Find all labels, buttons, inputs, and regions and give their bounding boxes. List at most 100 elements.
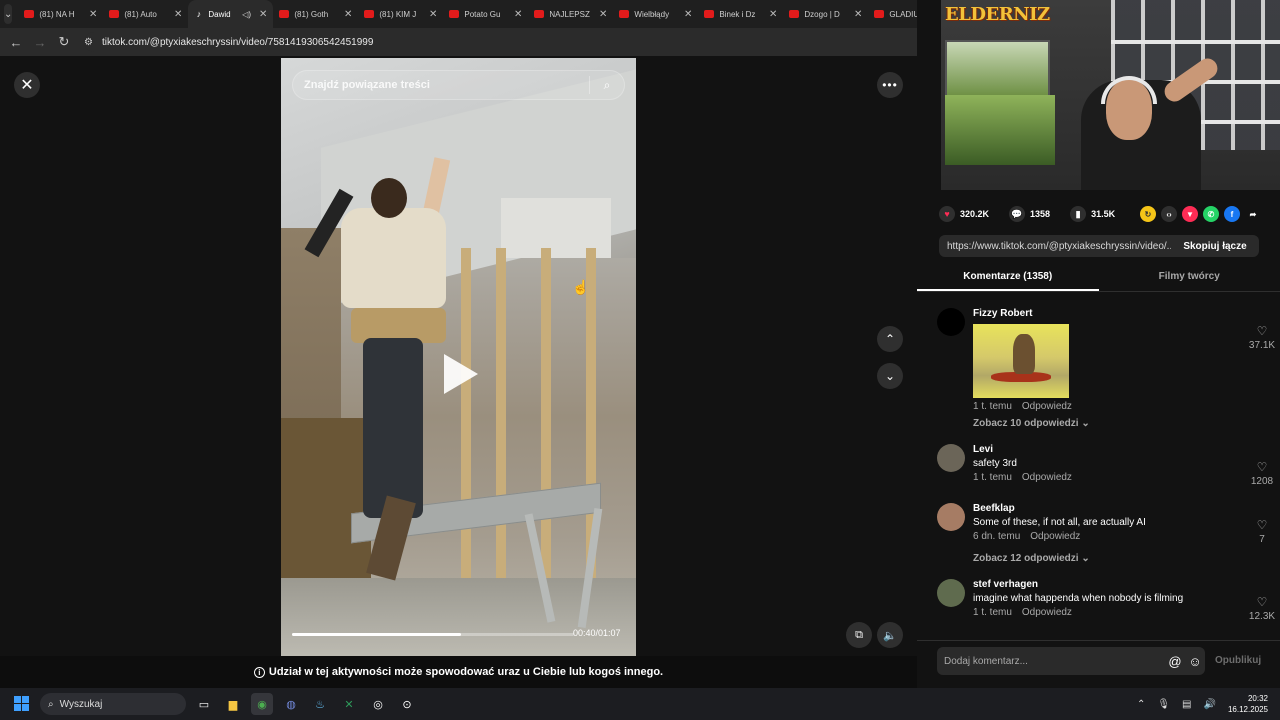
comment-input[interactable]: Dodaj komentarz... @ ☺	[937, 647, 1205, 675]
steam-icon[interactable]: ♨	[309, 693, 331, 715]
close-tab-icon[interactable]: ✕	[684, 9, 692, 20]
close-tab-icon[interactable]: ✕	[769, 9, 777, 20]
video-progress-bar[interactable]	[292, 633, 574, 636]
tab-search-chevron-icon[interactable]: ⌄	[4, 4, 13, 24]
reply-link[interactable]: Odpowiedz	[1022, 472, 1072, 483]
taskbar-search[interactable]: ⌕ Wyszukaj	[40, 693, 186, 715]
emoji-icon[interactable]: ☺	[1185, 654, 1205, 669]
browser-tab[interactable]: Dzogo | D ✕	[783, 0, 868, 28]
chevron-up-icon[interactable]: ⌃	[1137, 699, 1145, 710]
microphone-icon[interactable]: 🎙	[1157, 699, 1170, 710]
whatsapp-icon[interactable]: ✆	[1203, 206, 1219, 222]
embed-icon[interactable]: ‹›	[1161, 206, 1177, 222]
clock[interactable]: 20:32 16.12.2025	[1228, 693, 1268, 715]
video-player[interactable]: Znajdź powiązane treści ⌕ 00:40/01:07	[281, 58, 636, 656]
browser-tab[interactable]: Binek i Dz ✕	[698, 0, 783, 28]
picture-in-picture-icon[interactable]: ⧉	[846, 622, 872, 648]
reply-link[interactable]: Odpowiedz	[1030, 531, 1080, 542]
info-icon: i	[253, 666, 265, 678]
facebook-icon[interactable]: f	[1224, 206, 1240, 222]
close-tab-icon[interactable]: ✕	[259, 9, 267, 20]
webcam-aquarium	[945, 40, 1050, 100]
copy-link-button[interactable]: Skopiuj łącze	[1171, 241, 1259, 252]
reload-icon[interactable]: ↻	[52, 34, 76, 50]
discord-icon[interactable]: ◍	[280, 693, 302, 715]
comment-author[interactable]: Levi	[973, 444, 993, 455]
close-icon[interactable]: ✕	[14, 72, 40, 98]
bookmark-icon: ▮	[1070, 206, 1087, 222]
more-options-icon[interactable]: •••	[877, 72, 903, 98]
tab-title: (81) NA H	[39, 9, 75, 19]
share-arrow-icon[interactable]: ➦	[1245, 206, 1261, 222]
view-replies-link[interactable]: Zobacz 10 odpowiedzi ⌄	[973, 418, 1090, 429]
comment-like[interactable]: ♡ 12.3K	[1247, 595, 1277, 622]
save-button[interactable]: ▮ 31.5K	[1070, 206, 1115, 222]
browser-tab[interactable]: Potato Gu ✕	[443, 0, 528, 28]
tab-creator-videos[interactable]: Filmy twórcy	[1099, 267, 1280, 291]
obs-icon[interactable]: ◎	[367, 693, 389, 715]
close-tab-icon[interactable]: ✕	[174, 9, 182, 20]
related-search-input[interactable]: Znajdź powiązane treści ⌕	[292, 70, 625, 100]
task-view-icon[interactable]: ▭	[193, 693, 215, 715]
volume-icon[interactable]: 🔈	[877, 622, 903, 648]
reply-link[interactable]: Odpowiedz	[1022, 607, 1072, 618]
close-tab-icon[interactable]: ✕	[344, 9, 352, 20]
audio-playing-icon[interactable]: ◁)	[242, 10, 251, 19]
forward-arrow-icon[interactable]: →	[28, 35, 52, 50]
play-icon[interactable]	[444, 354, 478, 394]
file-explorer-icon[interactable]: ▆	[222, 693, 244, 715]
avatar[interactable]	[937, 503, 965, 531]
video-scene-head	[371, 178, 407, 218]
close-tab-icon[interactable]: ✕	[514, 9, 522, 20]
browser-tab[interactable]: (81) NA H ✕	[18, 0, 103, 28]
comment-like[interactable]: ♡ 37.1K	[1247, 324, 1277, 351]
comment-author[interactable]: Fizzy Robert	[973, 308, 1032, 319]
close-tab-icon[interactable]: ✕	[854, 9, 862, 20]
browser-tab[interactable]: (81) Auto ✕	[103, 0, 188, 28]
close-tab-icon[interactable]: ✕	[89, 9, 97, 20]
chrome-icon[interactable]: ◉	[251, 693, 273, 715]
heart-icon: ♥	[939, 206, 955, 222]
taskbar-search-text: Wyszukaj	[59, 698, 103, 710]
comment-text: safety 3rd	[973, 458, 1017, 469]
avatar[interactable]	[937, 308, 965, 336]
close-tab-icon[interactable]: ✕	[429, 9, 437, 20]
send-icon[interactable]: ▼	[1182, 206, 1198, 222]
previous-video-chevron-up-icon[interactable]: ⌃	[877, 326, 903, 352]
view-replies-link[interactable]: Zobacz 12 odpowiedzi ⌄	[973, 553, 1090, 564]
comment-time: 1 t. temu	[973, 472, 1012, 483]
url-bar[interactable]: ⚙ tiktok.com/@ptyxiakeschryssin/video/75…	[84, 32, 934, 52]
browser-tab[interactable]: Wielbłądy ✕	[613, 0, 698, 28]
comment-like[interactable]: ♡ 1208	[1247, 460, 1277, 487]
xbox-icon[interactable]: ✕	[338, 693, 360, 715]
windows-start-icon[interactable]	[14, 696, 30, 712]
site-info-icon[interactable]: ⚙	[84, 37, 102, 48]
comment-author[interactable]: stef verhagen	[973, 579, 1038, 590]
comment-author[interactable]: Beefklap	[973, 503, 1015, 514]
search-icon[interactable]: ⌕	[590, 78, 624, 93]
avatar[interactable]	[937, 444, 965, 472]
like-count: 320.2K	[960, 209, 990, 219]
publish-button[interactable]: Opublikuj	[1215, 655, 1261, 666]
close-tab-icon[interactable]: ✕	[599, 9, 607, 20]
browser-tab[interactable]: NAJLEPSZ ✕	[528, 0, 613, 28]
tab-comments[interactable]: Komentarze (1358)	[917, 267, 1099, 291]
next-video-chevron-down-icon[interactable]: ⌄	[877, 363, 903, 389]
browser-tab[interactable]: ♪ Dawid ◁) ✕	[188, 0, 274, 28]
avatar[interactable]	[937, 579, 965, 607]
network-icon[interactable]: ▤	[1182, 699, 1191, 710]
like-button[interactable]: ♥ 320.2K	[939, 206, 989, 222]
speaker-icon[interactable]: 🔊	[1204, 699, 1216, 710]
reply-link[interactable]: Odpowiedz	[1022, 401, 1072, 412]
back-arrow-icon[interactable]: ←	[4, 35, 28, 50]
share-link[interactable]: https://www.tiktok.com/@ptyxiakeschryssi…	[939, 241, 1171, 252]
repost-icon[interactable]: ↻	[1140, 206, 1156, 222]
app-icon[interactable]: ⊙	[396, 693, 418, 715]
side-panel: ELDERNIZ ♥ 320.2K 💬 1358 ▮ 31.5K ↻ ‹› ▼ …	[917, 0, 1280, 688]
mention-icon[interactable]: @	[1165, 654, 1185, 669]
browser-tab[interactable]: (81) KIM J ✕	[358, 0, 443, 28]
comment-like[interactable]: ♡ 7	[1247, 518, 1277, 545]
comment-button[interactable]: 💬 1358	[1009, 206, 1050, 222]
comment-gif-image[interactable]	[973, 324, 1069, 398]
browser-tab[interactable]: (81) Goth ✕	[273, 0, 358, 28]
